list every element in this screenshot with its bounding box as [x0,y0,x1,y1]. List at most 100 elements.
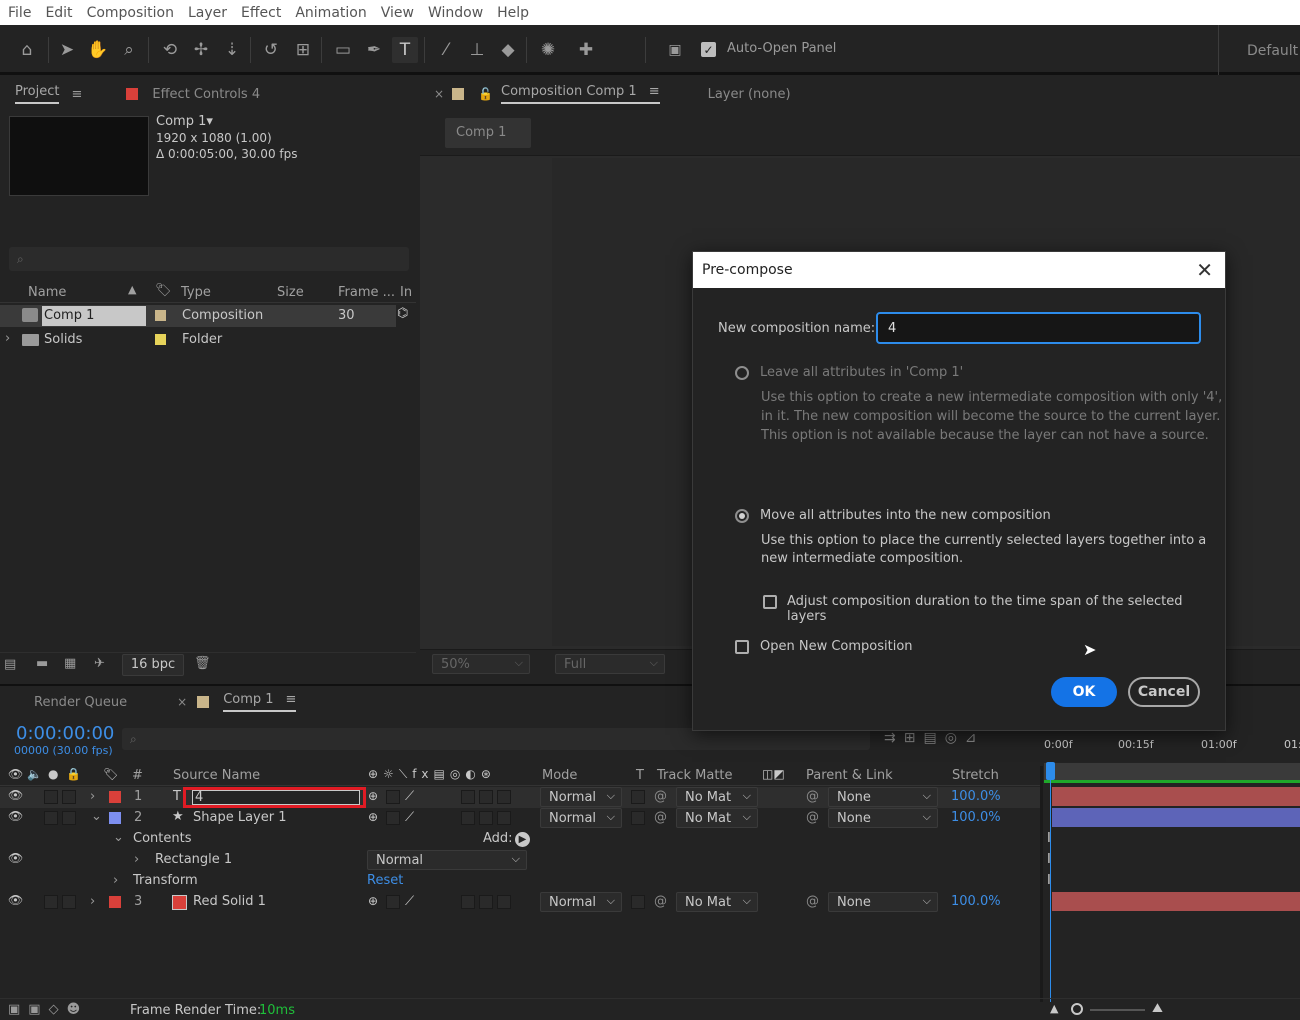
new-folder-icon[interactable]: ▬ [36,656,48,671]
menu-composition[interactable]: Composition [87,5,174,21]
zoom-out-icon[interactable]: ▲ [1050,1002,1058,1015]
layer-row[interactable]: 👁 ⌄ 2 ★ Shape Layer 1 ⊕ ⟋ Normal ⌵ @ No M… [0,808,1040,829]
bpc-button[interactable]: 16 bpc [122,654,184,676]
visibility-icon[interactable]: 👁 [8,893,23,907]
move-attributes-label[interactable]: Move all attributes into the new composi… [760,508,1051,523]
chevron-right-icon[interactable]: › [5,331,10,346]
ok-button[interactable]: OK [1051,677,1117,707]
tab-render-queue[interactable]: Render Queue [34,695,127,710]
pickwhip-icon[interactable]: @ [654,810,667,825]
panel-menu-icon[interactable]: ≡ [71,87,82,102]
layer-name[interactable]: Shape Layer 1 [193,810,287,825]
layer-name[interactable]: Red Solid 1 [193,894,266,909]
shy-icon[interactable]: ⊕ [368,894,378,908]
parent-dropdown[interactable]: None ⌵ [828,892,938,912]
menu-layer[interactable]: Layer [188,5,227,21]
col-track-matte[interactable]: Track Matte [657,768,733,783]
close-tab-icon[interactable]: × [177,695,187,709]
chevron-down-icon[interactable]: ⌄ [91,809,102,824]
zoom-slider-track[interactable] [1090,1009,1145,1011]
stretch-value[interactable]: 100.0% [951,810,1001,825]
workspace-label[interactable]: Default [1247,43,1298,59]
layer-name-input[interactable]: 4 [192,790,360,805]
render-icon[interactable]: ✈ [94,656,105,671]
resolution-dropdown[interactable]: Full ⌵ [555,654,665,674]
col-mode[interactable]: Mode [542,768,577,783]
hand-tool-icon[interactable]: ✋ [85,37,111,63]
interpret-footage-icon[interactable]: ▤ [4,657,16,672]
menu-window[interactable]: Window [428,5,483,21]
menu-file[interactable]: File [8,5,31,21]
timeline-switches[interactable]: ⇉⊞▤◎⊿ [884,730,985,746]
puppet-pin-tool-icon[interactable]: ✚ [573,37,599,63]
rotation-tool-icon[interactable]: ↺ [258,37,284,63]
selection-tool-icon[interactable]: ➤ [54,37,80,63]
track-matte-dropdown[interactable]: No Mat ⌵ [676,808,758,828]
roto-brush-tool-icon[interactable]: ✺ [535,37,561,63]
zoom-tool-icon[interactable]: ⌕ [116,37,142,63]
mode-dropdown[interactable]: Normal ⌵ [540,787,622,807]
zoom-slider-handle[interactable] [1071,1003,1083,1015]
col-type[interactable]: Type [181,285,211,300]
project-item-row[interactable]: › Solids Folder [0,329,396,351]
quality-icon[interactable]: ⟋ [405,894,414,909]
pickwhip-icon[interactable]: @ [654,789,667,804]
tab-timeline-comp[interactable]: Comp 1 [223,692,274,712]
tab-project[interactable]: Project [15,84,60,104]
visibility-icon[interactable]: 👁 [8,788,23,802]
col-name[interactable]: Name [28,285,66,300]
work-area-bar[interactable] [1044,764,1300,780]
layer-bar[interactable] [1052,787,1300,806]
chevron-right-icon[interactable]: › [90,894,95,909]
time-ruler[interactable]: 0:00f 00:15f 01:00f 01: [1044,738,1300,764]
playhead[interactable] [1046,762,1055,780]
transform-label[interactable]: Transform [133,873,198,888]
menu-view[interactable]: View [381,5,414,21]
rectangle-blend-mode-dropdown[interactable]: Normal ⌵ [367,850,527,870]
shy-icon[interactable]: ⊕ [368,810,378,824]
move-attributes-radio[interactable] [735,509,749,523]
adjust-duration-label[interactable]: Adjust composition duration to the time … [787,594,1225,624]
flowchart-icon[interactable]: ⌬ [397,306,408,321]
zoom-dropdown[interactable]: 50% ⌵ [432,654,530,674]
track-matte-dropdown[interactable]: No Mat ⌵ [676,892,758,912]
leave-attributes-radio[interactable] [735,366,749,380]
text-tool-icon[interactable]: T [392,37,418,63]
parent-dropdown[interactable]: None ⌵ [828,808,938,828]
close-icon[interactable]: ✕ [1196,258,1213,282]
clone-stamp-tool-icon[interactable]: ⊥ [464,37,490,63]
close-tab-icon[interactable]: × [434,87,444,101]
col-stretch[interactable]: Stretch [952,768,999,783]
auto-open-checkbox[interactable]: ✓ [701,42,716,57]
reset-link[interactable]: Reset [367,873,403,888]
project-item-row[interactable]: Comp 1 Composition 30 [0,305,396,327]
snapping-icon[interactable]: ▣ [662,37,688,63]
contents-row[interactable]: ⌄ Contents Add: ▶ [0,829,1040,850]
timeline-splitter[interactable] [1040,766,1043,1002]
layer-row[interactable]: 👁 › 3 Red Solid 1 ⊕ ⟋ Normal ⌵ @ No Mat ⌵ … [0,892,1040,913]
rectangle-label[interactable]: Rectangle 1 [155,852,232,867]
comp-name[interactable]: Comp 1▾ [156,114,213,129]
menu-effect[interactable]: Effect [241,5,281,21]
chevron-right-icon[interactable]: › [90,789,95,804]
stretch-value[interactable]: 100.0% [951,894,1001,909]
label-chip[interactable] [109,896,121,908]
cancel-button[interactable]: Cancel [1128,677,1200,707]
project-search-input[interactable]: ⌕ [9,247,409,271]
col-size[interactable]: Size [277,285,304,300]
quality-icon[interactable]: ⟋ [405,810,414,825]
eraser-tool-icon[interactable]: ◆ [495,37,521,63]
tab-layer[interactable]: Layer (none) [708,87,791,102]
orbit-camera-icon[interactable]: ⟲ [157,37,183,63]
pan-camera-icon[interactable]: ✢ [188,37,214,63]
col-parent[interactable]: Parent & Link [806,768,893,783]
pickwhip-icon[interactable]: @ [654,894,667,909]
stretch-value[interactable]: 100.0% [951,789,1001,804]
sort-ascending-icon[interactable]: ▲ [128,283,136,296]
project-item-name[interactable]: Solids [44,332,82,347]
tab-composition[interactable]: Composition Comp 1 [501,84,637,104]
panel-menu-icon[interactable]: ≡ [636,84,660,104]
zoom-in-icon[interactable]: ⛰ [1152,1001,1163,1016]
parent-pickwhip-icon[interactable]: @ [806,894,819,909]
label-chip[interactable] [109,791,121,803]
